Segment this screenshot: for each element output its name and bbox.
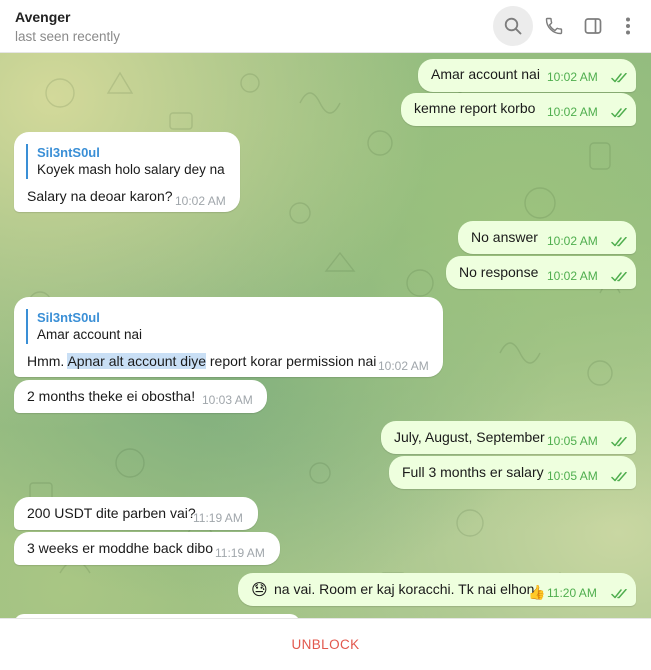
message-outgoing[interactable]: No response 10:02 AM bbox=[446, 256, 636, 289]
message-outgoing[interactable]: No answer 10:02 AM bbox=[458, 221, 636, 254]
search-button[interactable] bbox=[493, 6, 533, 46]
message-text: 3 weeks er moddhe back dibo bbox=[27, 540, 213, 556]
double-check-icon bbox=[611, 73, 627, 83]
message-text: No answer bbox=[471, 229, 538, 245]
message-time: 11:19 AM bbox=[215, 546, 265, 560]
double-check-icon bbox=[611, 472, 627, 482]
message-time: 10:03 AM bbox=[202, 393, 253, 407]
message-text: No response bbox=[459, 264, 539, 280]
message-outgoing[interactable]: 😓 na vai. Room er kaj koracchi. Tk nai e… bbox=[238, 573, 636, 606]
double-check-icon bbox=[611, 237, 627, 247]
sidebar-icon bbox=[584, 18, 602, 34]
message-time: 10:05 AM bbox=[547, 469, 598, 483]
chat-header: Avenger last seen recently bbox=[0, 0, 651, 53]
chat-status: last seen recently bbox=[15, 29, 121, 44]
double-check-icon bbox=[611, 589, 627, 599]
message-text: na vai. Room er kaj koracchi. Tk nai elh… bbox=[274, 581, 535, 597]
message-text-part: Hmm. bbox=[27, 353, 68, 369]
unblock-button[interactable]: UNBLOCK bbox=[291, 637, 359, 652]
message-time: 11:19 AM bbox=[193, 511, 243, 525]
chat-area[interactable]: Amar account nai 10:02 AM kemne report k… bbox=[0, 53, 651, 618]
message-incoming[interactable]: 3 weeks er moddhe back dibo 11:19 AM bbox=[14, 532, 280, 565]
message-time: 10:02 AM bbox=[547, 234, 598, 248]
message-time: 10:02 AM bbox=[547, 105, 598, 119]
more-icon bbox=[626, 17, 630, 35]
message-incoming[interactable]: 2 months theke ei obostha! 10:03 AM bbox=[14, 380, 267, 413]
reply-quote[interactable]: Sil3ntS0ul Amar account nai bbox=[26, 309, 142, 344]
phone-icon bbox=[545, 17, 563, 35]
message-emoji: 😓 bbox=[251, 582, 268, 599]
reply-quote[interactable]: Sil3ntS0ul Koyek mash holo salary dey na bbox=[26, 144, 225, 179]
chat-title[interactable]: Avenger bbox=[15, 9, 71, 25]
reply-text: Amar account nai bbox=[37, 327, 143, 342]
reply-text: Koyek mash holo salary dey na bbox=[37, 162, 225, 177]
message-text: Amar account nai bbox=[431, 66, 540, 82]
message-time: 10:02 AM bbox=[378, 359, 429, 373]
message-text: kemne report korbo bbox=[414, 100, 536, 116]
sidebar-toggle-button[interactable] bbox=[573, 6, 613, 46]
reply-author: Sil3ntS0ul bbox=[37, 145, 100, 160]
double-check-icon bbox=[611, 437, 627, 447]
message-outgoing[interactable]: Amar account nai 10:02 AM bbox=[418, 59, 636, 92]
message-text: 2 months theke ei obostha! bbox=[27, 388, 196, 404]
more-button[interactable] bbox=[608, 6, 648, 46]
search-icon bbox=[504, 17, 522, 35]
message-text: July, August, September bbox=[394, 429, 545, 445]
reaction-badge[interactable]: 👍 bbox=[528, 584, 545, 601]
message-text: 200 USDT dite parben vai? bbox=[27, 505, 196, 521]
message-time: 10:02 AM bbox=[547, 269, 598, 283]
message-text: Hmm. Apnar alt account diye report korar… bbox=[27, 353, 376, 369]
chat-footer: UNBLOCK bbox=[0, 618, 651, 670]
message-time: 11:20 AM bbox=[547, 586, 597, 600]
message-incoming-reply[interactable]: Sil3ntS0ul Amar account nai Hmm. Apnar a… bbox=[14, 297, 443, 377]
double-check-icon bbox=[611, 108, 627, 118]
message-time: 10:02 AM bbox=[175, 194, 226, 208]
message-text: Full 3 months er salary bbox=[402, 464, 544, 480]
message-text: Salary na deoar karon? bbox=[27, 188, 173, 204]
message-incoming-reply[interactable]: Sil3ntS0ul Koyek mash holo salary dey na… bbox=[14, 132, 240, 212]
message-outgoing[interactable]: Full 3 months er salary 10:05 AM bbox=[389, 456, 636, 489]
message-time: 10:05 AM bbox=[547, 434, 598, 448]
message-text-part: report korar permission nai bbox=[205, 353, 377, 369]
message-outgoing[interactable]: kemne report korbo 10:02 AM bbox=[401, 93, 636, 126]
message-outgoing[interactable]: July, August, September 10:05 AM bbox=[381, 421, 636, 454]
selected-text-highlight: Apnar alt account diye bbox=[67, 353, 206, 369]
message-time: 10:02 AM bbox=[547, 70, 598, 84]
call-button[interactable] bbox=[534, 6, 574, 46]
reply-author: Sil3ntS0ul bbox=[37, 310, 100, 325]
message-incoming[interactable]: 200 USDT dite parben vai? 11:19 AM bbox=[14, 497, 258, 530]
double-check-icon bbox=[611, 272, 627, 282]
